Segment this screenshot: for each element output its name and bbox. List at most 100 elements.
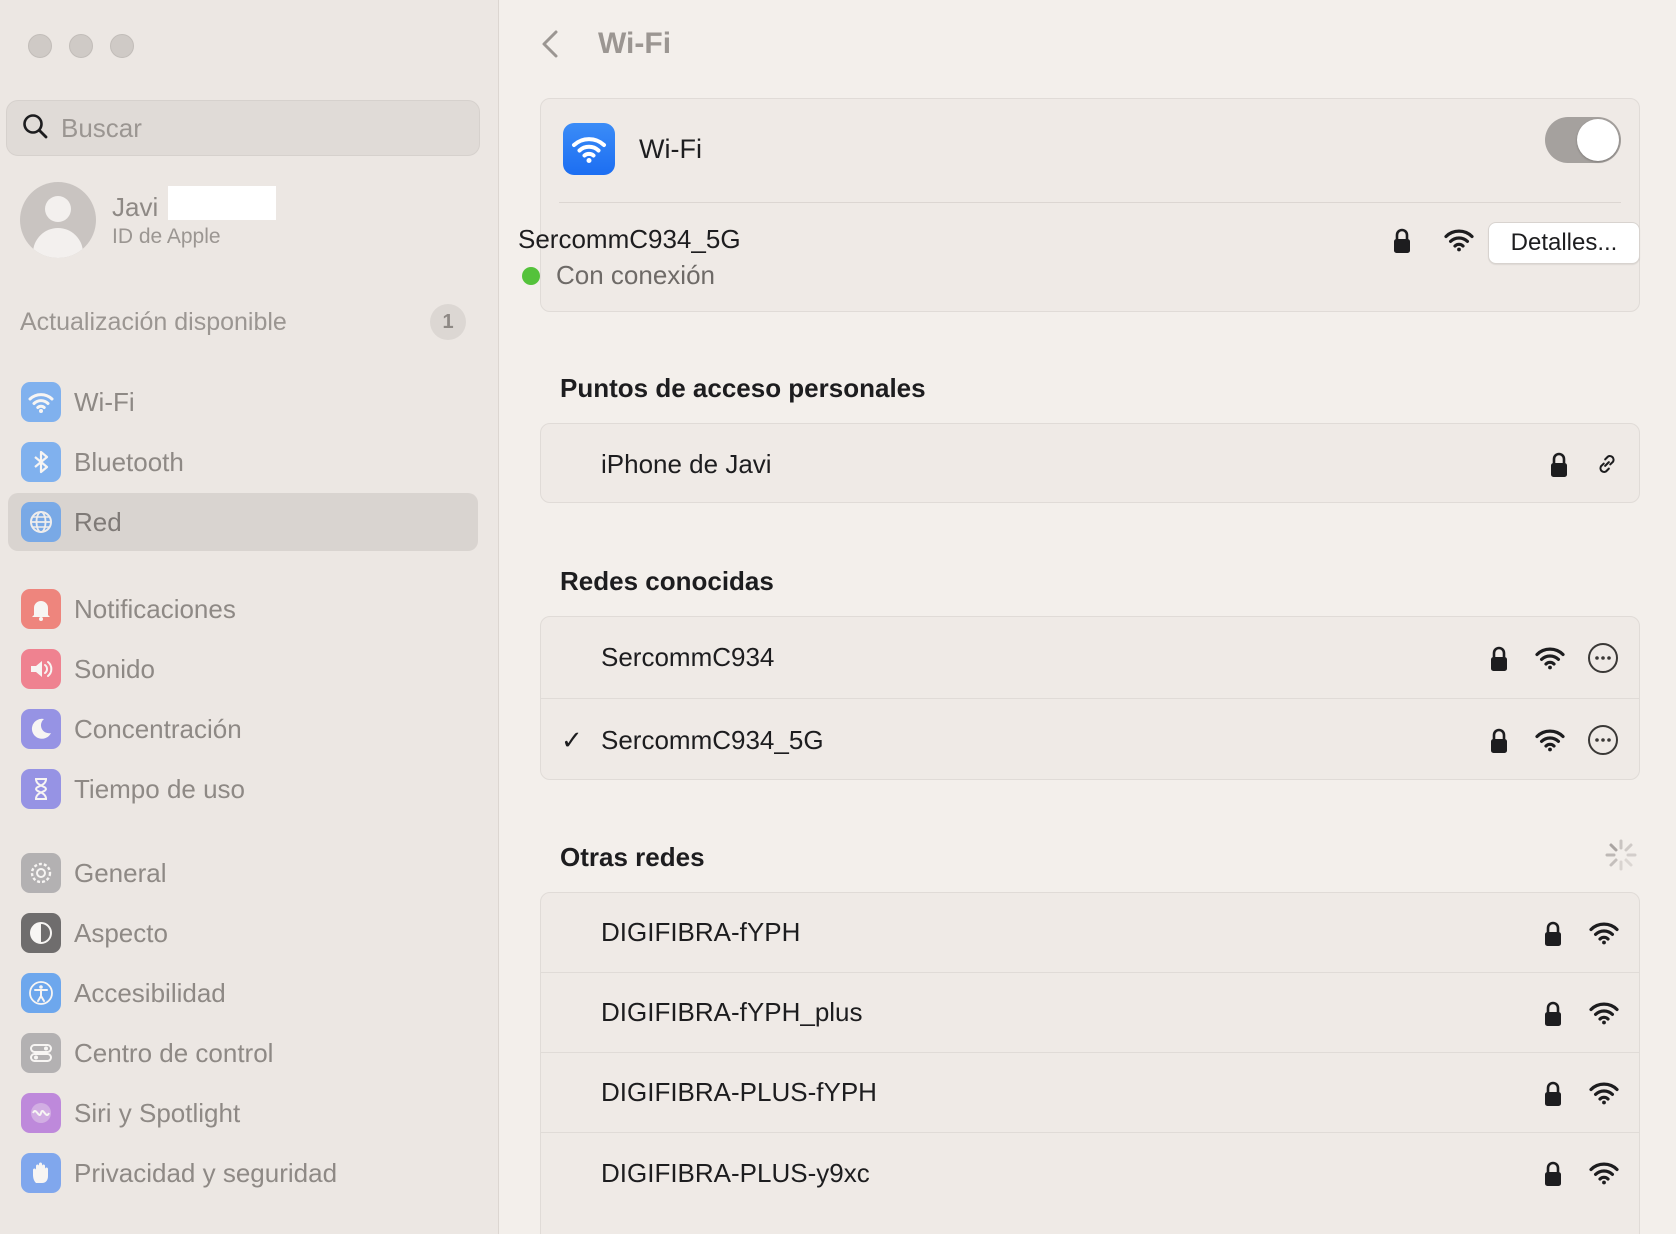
sidebar-item-tiempo-de-uso[interactable]: Tiempo de uso <box>8 760 478 818</box>
control-center-icon <box>21 1033 61 1073</box>
search-icon <box>21 112 49 145</box>
sidebar: Javi ID de Apple Actualización disponibl… <box>0 0 499 1234</box>
appearance-icon <box>21 913 61 953</box>
network-row[interactable]: DIGIFIBRA-fYPH <box>541 893 1639 973</box>
back-chevron-icon[interactable] <box>540 24 570 64</box>
network-row[interactable]: SercommC934 <box>541 617 1639 699</box>
sidebar-item-label: Siri y Spotlight <box>74 1097 241 1128</box>
network-name: SercommC934 <box>601 642 775 672</box>
sidebar-item-label: Wi-Fi <box>74 386 135 417</box>
speaker-icon <box>21 649 61 689</box>
network-row[interactable]: iPhone de Javi <box>541 424 1639 504</box>
wifi-signal-icon <box>1535 646 1565 670</box>
wifi-signal-icon <box>1444 228 1474 252</box>
sidebar-item-label: Red <box>74 506 122 537</box>
more-options-icon[interactable] <box>1587 724 1619 756</box>
sidebar-item-privacidad-y-seguridad[interactable]: Privacidad y seguridad <box>8 1144 478 1202</box>
sidebar-item-label: Centro de control <box>74 1037 274 1068</box>
sidebar-item-label: Sonido <box>74 653 155 684</box>
bell-icon <box>21 589 61 629</box>
search-field[interactable] <box>6 100 480 156</box>
known-networks-heading: Redes conocidas <box>560 566 774 596</box>
wifi-icon <box>21 382 61 422</box>
sidebar-item-label: Notificaciones <box>74 593 236 624</box>
other-networks-heading: Otras redes <box>560 842 705 872</box>
divider <box>559 202 1621 203</box>
hand-icon <box>21 1153 61 1193</box>
sidebar-item-siri-y-spotlight[interactable]: Siri y Spotlight <box>8 1084 478 1142</box>
sidebar-item-label: Aspecto <box>74 917 168 948</box>
hotspots-heading: Puntos de acceso personales <box>560 373 926 403</box>
minimize-window-button[interactable] <box>69 34 93 58</box>
close-window-button[interactable] <box>28 34 52 58</box>
more-options-icon[interactable] <box>1587 642 1619 674</box>
loading-spinner-icon <box>1605 839 1637 871</box>
connected-check-icon: ✓ <box>561 724 583 755</box>
gear-icon <box>21 853 61 893</box>
connection-status-label: Con conexión <box>556 260 715 290</box>
redacted-block <box>168 186 277 220</box>
status-dot <box>522 266 540 285</box>
sidebar-item-bluetooth[interactable]: Bluetooth <box>8 433 478 491</box>
wifi-signal-icon <box>1589 1081 1619 1105</box>
accessibility-icon <box>21 973 61 1013</box>
siri-icon <box>21 1093 61 1133</box>
sidebar-item-wi-fi[interactable]: Wi-Fi <box>8 373 478 431</box>
network-name: DIGIFIBRA-fYPH_plus <box>601 997 863 1027</box>
bluetooth-icon <box>21 442 61 482</box>
sidebar-item-label: Privacidad y seguridad <box>74 1157 338 1188</box>
lock-icon <box>1549 452 1573 477</box>
details-button[interactable]: Detalles... <box>1488 222 1640 264</box>
sidebar-group-network: Wi-Fi Bluetooth Red <box>8 373 478 553</box>
wifi-signal-icon <box>1589 1161 1619 1185</box>
network-row[interactable]: DIGIFIBRA-fYPH_plus <box>541 973 1639 1053</box>
network-row[interactable]: ✓ SercommC934_5G <box>541 699 1639 781</box>
wifi-card-title: Wi-Fi <box>639 133 702 164</box>
network-row[interactable]: DIGIFIBRA-PLUS-y9xc <box>541 1133 1639 1213</box>
sidebar-item-label: Accesibilidad <box>74 977 226 1008</box>
network-name: SercommC934_5G <box>601 724 824 755</box>
connection-status: Con conexión <box>522 260 715 291</box>
sidebar-item-aspecto[interactable]: Aspecto <box>8 904 478 962</box>
lock-icon <box>1489 646 1513 671</box>
lock-icon <box>1392 228 1416 253</box>
sidebar-item-centro-de-control[interactable]: Centro de control <box>8 1024 478 1082</box>
sidebar-item-accesibilidad[interactable]: Accesibilidad <box>8 964 478 1022</box>
apple-id-profile[interactable]: Javi ID de Apple <box>20 182 277 258</box>
sidebar-item-sonido[interactable]: Sonido <box>8 640 478 698</box>
wifi-app-icon <box>563 123 615 175</box>
sidebar-item-concentracion[interactable]: Concentración <box>8 700 478 758</box>
other-networks-list: DIGIFIBRA-fYPH DIGIFIBRA-fYPH_plus DIGIFIB… <box>540 892 1640 1234</box>
page-title: Wi-Fi <box>598 27 672 60</box>
network-name: DIGIFIBRA-PLUS-fYPH <box>601 1077 877 1107</box>
lock-icon <box>1543 1161 1567 1186</box>
profile-name: Javi <box>112 191 159 222</box>
sidebar-group-notifications: Notificaciones Sonido Concentración Tiempo … <box>8 580 478 820</box>
zoom-window-button[interactable] <box>110 34 134 58</box>
wifi-toggle[interactable] <box>1545 117 1621 163</box>
hotspots-list: iPhone de Javi <box>540 423 1640 503</box>
sidebar-item-label: Bluetooth <box>74 446 184 477</box>
window-controls <box>28 34 134 58</box>
network-name: DIGIFIBRA-fYPH <box>601 917 801 947</box>
lock-icon <box>1543 1001 1567 1026</box>
sidebar-item-notificaciones[interactable]: Notificaciones <box>8 580 478 638</box>
globe-icon <box>21 502 61 542</box>
software-update-item[interactable]: Actualización disponible 1 <box>20 304 466 340</box>
sidebar-group-system: General Aspecto Accesibilidad Centro de con… <box>8 844 478 1204</box>
lock-icon <box>1489 728 1513 753</box>
profile-subtitle: ID de Apple <box>112 224 221 248</box>
wifi-signal-icon <box>1589 1001 1619 1025</box>
lock-icon <box>1543 921 1567 946</box>
hourglass-icon <box>21 769 61 809</box>
wifi-signal-icon <box>1535 728 1565 752</box>
sidebar-item-red[interactable]: Red <box>8 493 478 551</box>
lock-icon <box>1543 1081 1567 1106</box>
update-count-badge: 1 <box>430 304 466 340</box>
network-row[interactable]: DIGIFIBRA-PLUS-fYPH <box>541 1053 1639 1133</box>
network-name: DIGIFIBRA-PLUS-y9xc <box>601 1157 870 1188</box>
search-input[interactable] <box>61 112 441 144</box>
connected-network-name: SercommC934_5G <box>518 224 741 254</box>
sidebar-item-label: Concentración <box>74 713 242 744</box>
sidebar-item-general[interactable]: General <box>8 844 478 902</box>
